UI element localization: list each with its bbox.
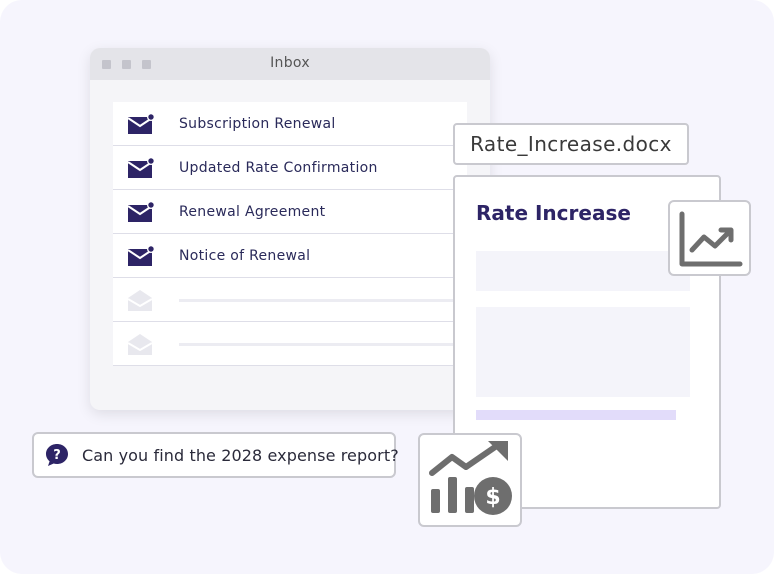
background-panel: Inbox Subscription Renewal Updated Rate … xyxy=(0,0,774,574)
question-bubble-icon: ? xyxy=(46,444,68,466)
line-chart-icon xyxy=(679,211,743,267)
document-text-block xyxy=(476,307,690,397)
inbox-item[interactable] xyxy=(113,322,467,366)
unread-mail-icon xyxy=(128,157,155,178)
open-mail-icon xyxy=(128,334,153,355)
inbox-list: Subscription Renewal Updated Rate Confir… xyxy=(113,102,467,366)
inbox-item-subject: Notice of Renewal xyxy=(179,248,311,264)
inbox-item-subject: Subscription Renewal xyxy=(179,116,336,132)
svg-text:?: ? xyxy=(53,448,61,463)
inbox-item[interactable]: Updated Rate Confirmation xyxy=(113,146,467,190)
unread-mail-icon xyxy=(128,201,155,222)
svg-text:$: $ xyxy=(485,485,500,510)
inbox-item[interactable]: Notice of Renewal xyxy=(113,234,467,278)
document-text-block xyxy=(476,251,690,291)
question-prompt[interactable]: ? Can you find the 2028 expense report? xyxy=(32,432,399,478)
inbox-item-placeholder xyxy=(179,343,467,346)
inbox-item-subject: Renewal Agreement xyxy=(179,204,326,220)
inbox-item-subject: Updated Rate Confirmation xyxy=(179,160,378,176)
finance-icon-card[interactable]: $ xyxy=(418,433,522,527)
unread-mail-icon xyxy=(128,113,155,134)
open-mail-icon xyxy=(128,290,153,311)
revenue-growth-icon: $ xyxy=(429,441,512,515)
inbox-window: Inbox Subscription Renewal Updated Rate … xyxy=(90,48,490,410)
document-title: Rate Increase xyxy=(476,201,631,225)
document-highlight-bar xyxy=(476,410,676,420)
window-title: Inbox xyxy=(270,55,310,71)
chart-icon-card[interactable] xyxy=(668,200,751,276)
inbox-item[interactable]: Subscription Renewal xyxy=(113,102,467,146)
document-filename-label[interactable]: Rate_Increase.docx xyxy=(453,123,689,165)
inbox-item-placeholder xyxy=(179,299,467,302)
unread-mail-icon xyxy=(128,245,155,266)
inbox-item[interactable]: Renewal Agreement xyxy=(113,190,467,234)
question-text: Can you find the 2028 expense report? xyxy=(82,446,399,465)
window-titlebar: Inbox xyxy=(90,48,490,80)
inbox-item[interactable] xyxy=(113,278,467,322)
